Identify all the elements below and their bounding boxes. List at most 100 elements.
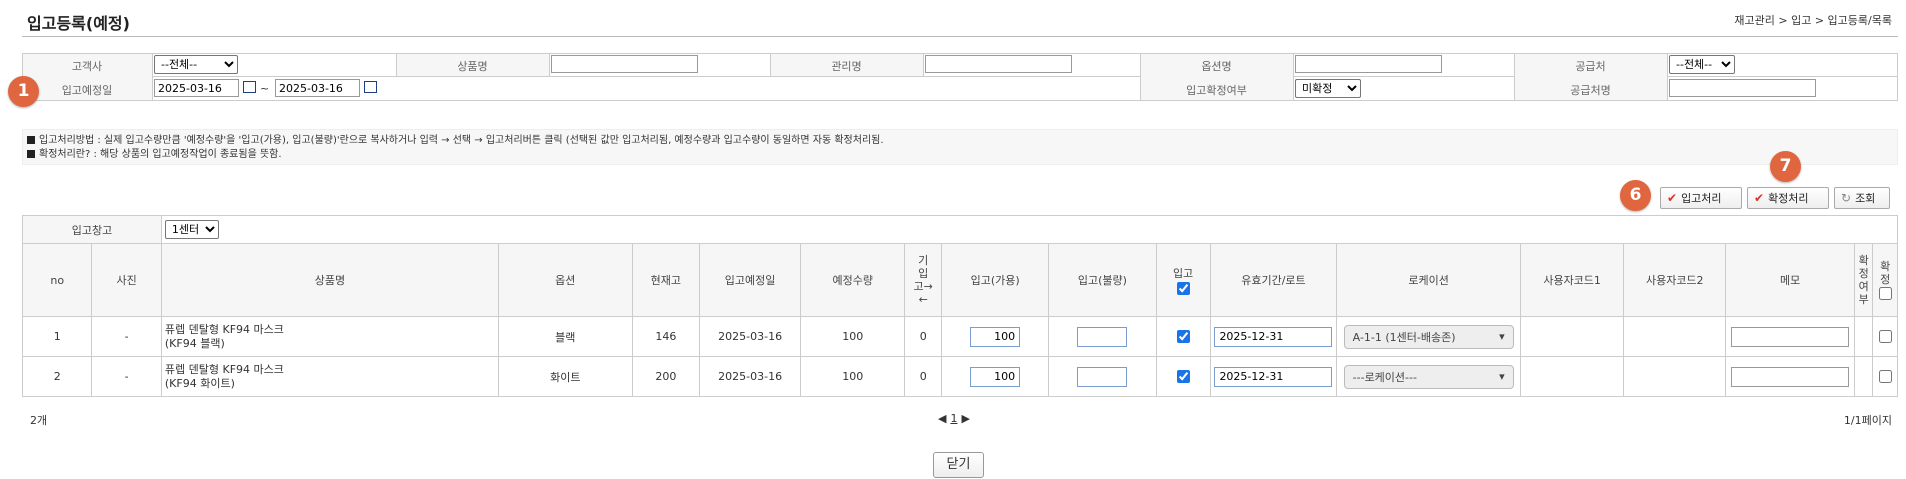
row-planned: 100 [800,356,906,397]
warehouse-label: 입고창고 [22,215,162,244]
dropdown-arrow-icon: ▾ [1499,370,1505,383]
row-option: 블랙 [497,316,633,357]
table-row: 2 - 퓨렙 덴탈형 KF94 마스크 (KF94 화이트) 화이트 200 20… [21,356,1898,397]
next-page-icon[interactable]: ▶ [961,412,969,425]
row-prev-in: 0 [904,356,943,397]
confirm-check-all[interactable] [1878,286,1892,300]
marker-1: 1 [8,76,39,107]
memo-input[interactable] [1731,366,1850,387]
date-from-input[interactable] [154,79,239,97]
row-no: 2 [21,356,93,397]
col-confirmed: 확정여부 [1853,243,1874,317]
page-title: 입고등록(예정) [27,14,130,33]
row-photo: - [91,356,162,397]
row-planned: 100 [800,316,906,357]
row-stock: 200 [631,356,701,397]
option-name-label: 옵션명 [1201,60,1232,73]
page-info: 1/1페이지 [1843,414,1892,427]
row-user-code-1 [1520,356,1625,397]
row-user-code-1 [1520,316,1625,357]
supplier-label: 공급처 [1575,60,1606,73]
bullet-icon [27,136,35,144]
row-due-date: 2025-03-16 [699,356,802,397]
row-due-date: 2025-03-16 [699,316,802,357]
customer-label: 고객사 [71,60,103,73]
in-avail-input[interactable] [970,366,1021,387]
customer-select[interactable]: --전체-- [154,55,238,74]
row-confirmed [1853,356,1874,397]
col-no: no [21,243,93,317]
in-check[interactable] [1176,370,1190,384]
calendar-icon[interactable] [364,81,377,93]
col-planned-qty: 예정수량 [800,243,906,317]
location-select[interactable]: ---로케이션--- ▾ [1343,364,1514,389]
product-name-input[interactable] [551,55,698,73]
expiry-input[interactable] [1214,326,1333,347]
marker-6: 6 [1620,180,1651,211]
row-prev-in: 0 [904,316,943,357]
supplier-name-label: 공급처명 [1570,84,1611,97]
warehouse-select[interactable]: 1센터 [164,220,219,239]
refresh-icon: ↻ [1841,191,1852,205]
confirm-status-select[interactable]: 미확정 [1295,79,1361,98]
marker-7: 7 [1770,151,1801,182]
calendar-icon[interactable] [243,81,256,93]
confirm-check[interactable] [1878,370,1892,384]
col-in-check: 입고 [1155,243,1211,317]
prev-page-icon[interactable]: ◀ [938,412,946,425]
col-location: 로케이션 [1336,243,1522,317]
row-confirmed [1853,316,1874,357]
check-icon: ✔ [1754,191,1765,205]
notice-line-2: 확정처리란? : 해당 상품의 입고예정작업이 종료됨을 뜻함. [39,149,282,160]
product-name-label: 상품명 [457,60,488,73]
col-photo: 사진 [91,243,162,317]
confirm-process-button[interactable]: ✔ 확정처리 [1747,187,1829,209]
pagination: ◀ 1 ▶ [938,412,970,425]
supplier-name-input[interactable] [1669,79,1816,97]
date-to-input[interactable] [275,79,360,97]
date-separator: ~ [260,82,270,95]
in-check-all[interactable] [1176,281,1190,295]
page-link[interactable]: 1 [950,412,957,425]
col-due-date: 입고예정일 [699,243,802,317]
confirm-check[interactable] [1878,330,1892,344]
location-select[interactable]: A-1-1 (1센터-배송존) ▾ [1343,324,1514,349]
in-check[interactable] [1176,330,1190,344]
manage-name-label: 관리명 [831,60,862,73]
in-defect-input[interactable] [1077,366,1128,387]
col-user-code-1: 사용자코드1 [1520,243,1625,317]
inbound-table: 입고창고 1센터 no 사진 상품명 옵션 현재고 입고예정일 예정수량 기입고… [21,215,1899,397]
option-name-input[interactable] [1295,55,1442,73]
search-button[interactable]: ↻ 조회 [1834,187,1890,209]
col-in-avail: 입고(가용) [941,243,1050,317]
supplier-select[interactable]: --전체-- [1669,55,1735,74]
expiry-input[interactable] [1214,366,1333,387]
col-option: 옵션 [497,243,633,317]
col-user-code-2: 사용자코드2 [1623,243,1727,317]
col-in-defect: 입고(불량) [1048,243,1157,317]
title-divider [22,36,1898,37]
row-product: 퓨렙 덴탈형 KF94 마스크 (KF94 화이트) [160,356,499,397]
row-no: 1 [21,316,93,357]
filter-panel: 고객사 --전체-- 상품명 관리명 옵션명 공급처 --전체-- 입고예정일 … [22,53,1898,101]
item-count: 2개 [30,414,48,427]
inbound-process-button[interactable]: ✔ 입고처리 [1660,187,1742,209]
close-button[interactable]: 닫기 [933,452,984,478]
col-confirm-check: 확정 [1872,243,1898,317]
row-stock: 146 [631,316,701,357]
table-row: 1 - 퓨렙 덴탈형 KF94 마스크 (KF94 블랙) 블랙 146 2025… [21,316,1898,357]
bullet-icon [27,150,35,158]
col-product: 상품명 [160,243,499,317]
notice-line-1: 입고처리방법 : 실제 입고수량만큼 '예정수량'을 '입고(가용), 입고(불… [39,135,884,146]
in-defect-input[interactable] [1077,326,1128,347]
notice-box: 입고처리방법 : 실제 입고수량만큼 '예정수량'을 '입고(가용), 입고(불… [22,129,1898,165]
col-memo: 메모 [1725,243,1855,317]
breadcrumb: 재고관리 > 입고 > 입고등록/목록 [1734,14,1892,27]
in-avail-input[interactable] [970,326,1021,347]
col-prev-in: 기입고→← [904,243,943,317]
row-option: 화이트 [497,356,633,397]
row-product: 퓨렙 덴탈형 KF94 마스크 (KF94 블랙) [160,316,499,357]
check-icon: ✔ [1667,191,1678,205]
memo-input[interactable] [1731,326,1850,347]
manage-name-input[interactable] [925,55,1072,73]
